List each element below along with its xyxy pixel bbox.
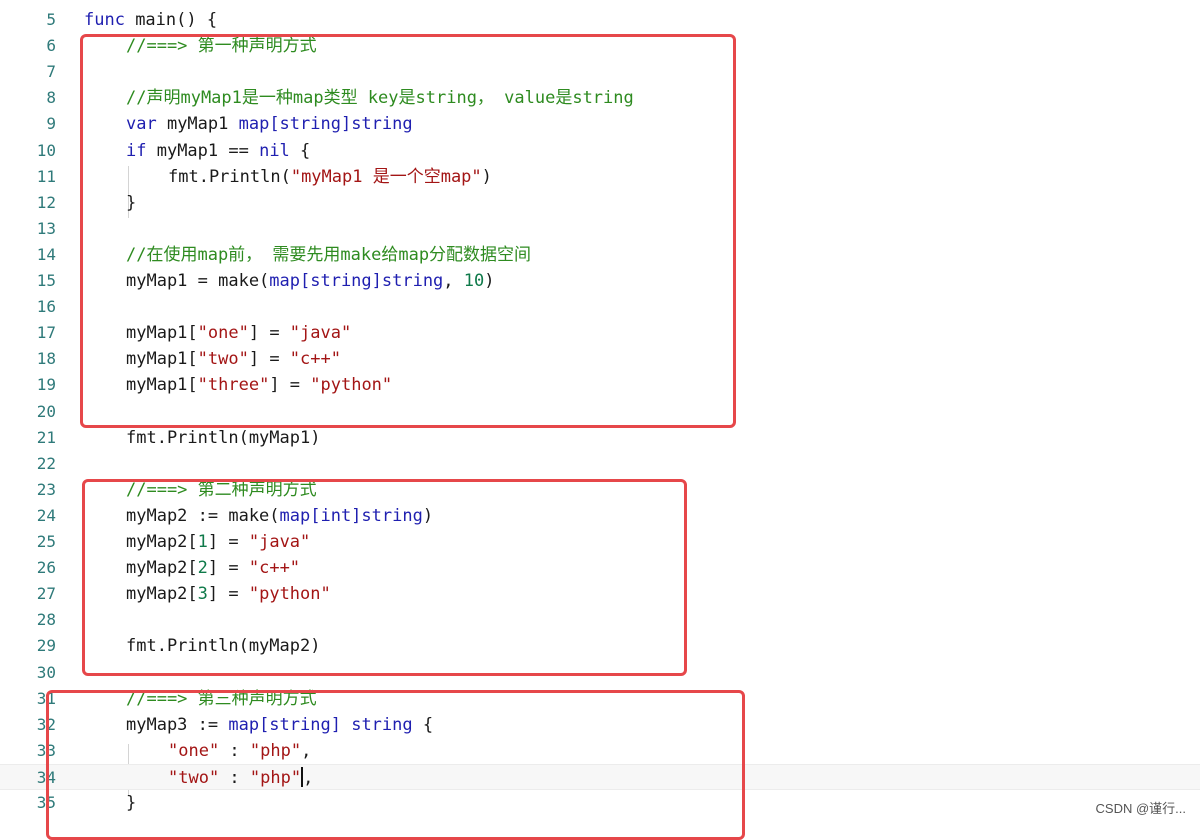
highlight-box-second-declaration: [82, 479, 687, 676]
code-line[interactable]: 5 func main() {: [0, 7, 1200, 33]
code-editor[interactable]: 5 func main() {6//===> 第一种声明方式 7 8//声明myMap…: [0, 0, 1200, 840]
line-number: 25: [36, 532, 56, 551]
line-number: 26: [36, 558, 56, 578]
line-number: 11: [36, 166, 56, 186]
line-number: 9: [46, 114, 56, 134]
line-number: 15: [36, 271, 56, 290]
line-number: 18: [36, 349, 56, 369]
line-number: 8: [46, 88, 56, 108]
line-number: 6: [46, 36, 56, 56]
code-line[interactable]: 22: [0, 451, 1200, 477]
line-number: 14: [36, 244, 56, 264]
line-number: 17: [36, 323, 56, 343]
csdn-watermark: CSDN @谨行...: [1095, 801, 1186, 816]
line-number: 21: [36, 427, 56, 447]
line-number: 29: [36, 636, 56, 656]
line-number: 13: [36, 218, 56, 238]
line-number: 5: [46, 10, 56, 29]
line-number: 27: [36, 584, 56, 604]
line-number: 7: [46, 62, 56, 82]
highlight-box-third-declaration: [46, 690, 745, 840]
line-number: 10: [36, 140, 56, 160]
code-token: main() {: [124, 10, 218, 30]
highlight-box-first-declaration: [80, 34, 736, 428]
line-number: 20: [36, 401, 56, 421]
line-number: 12: [36, 192, 56, 212]
code-token: func: [84, 10, 125, 30]
code-line[interactable]: 21 fmt.Println(myMap1): [0, 425, 1200, 451]
line-number: 22: [36, 453, 56, 473]
line-number: 24: [36, 505, 56, 525]
line-number: 19: [36, 375, 56, 395]
line-number: 16: [36, 297, 56, 317]
line-number: 30: [36, 662, 56, 682]
code-text: func main() {: [84, 7, 217, 33]
code-text: fmt.Println(myMap1): [126, 425, 320, 451]
line-number: 23: [36, 479, 56, 499]
line-number: 28: [36, 610, 56, 630]
code-token: fmt.Println(myMap1): [126, 427, 321, 448]
